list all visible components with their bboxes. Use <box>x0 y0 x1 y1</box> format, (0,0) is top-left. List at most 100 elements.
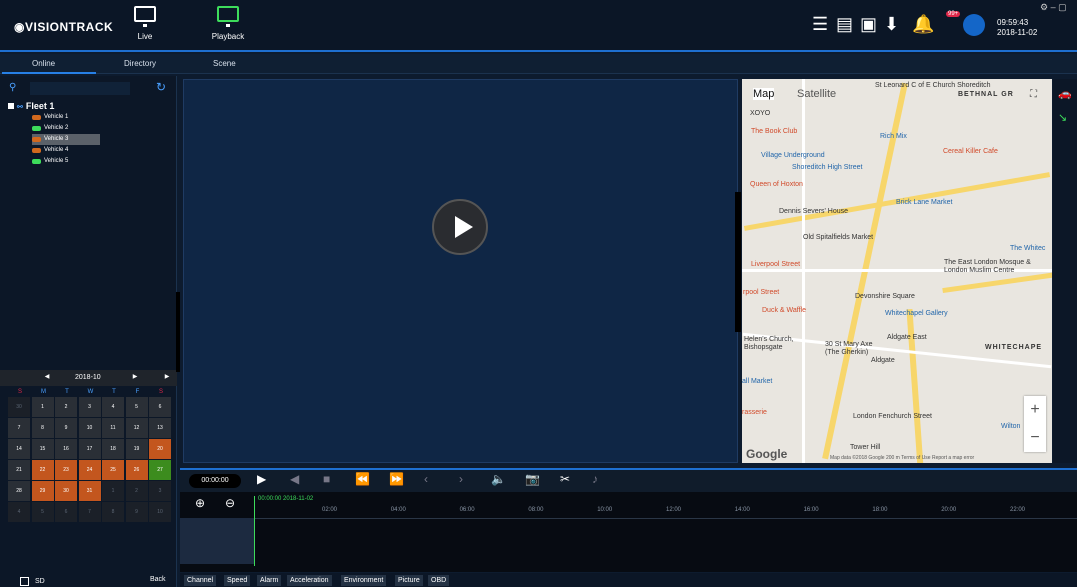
calendar-day[interactable]: 4 <box>8 502 30 522</box>
bottom-tab-channel[interactable]: Channel <box>184 575 217 586</box>
calendar-day[interactable]: 31 <box>78 481 101 501</box>
step-back-icon[interactable]: ‹ <box>424 472 428 486</box>
calendar-day[interactable]: 12 <box>125 418 148 438</box>
calendar-day[interactable]: 3 <box>149 481 171 501</box>
calendar-day[interactable]: 3 <box>78 397 101 417</box>
calendar-day[interactable]: 24 <box>78 460 101 480</box>
search-input[interactable] <box>30 82 130 95</box>
collapse-map-handle[interactable] <box>735 192 741 332</box>
audio-icon[interactable]: ♪ <box>592 472 598 486</box>
calendar-day[interactable]: 26 <box>125 460 148 480</box>
tree-vehicle[interactable]: Vehicle 4 <box>32 145 100 156</box>
prev-frame-icon[interactable]: ◀ <box>290 472 299 486</box>
fullscreen-icon[interactable]: ⛶ <box>1030 89 1037 100</box>
calendar-day[interactable]: 23 <box>55 460 77 480</box>
calendar-day[interactable]: 4 <box>102 397 124 417</box>
rewind-icon[interactable]: ⏪ <box>355 472 370 486</box>
calendar-day[interactable]: 2 <box>125 481 148 501</box>
step-forward-icon[interactable]: › <box>459 472 463 486</box>
tree-vehicle[interactable]: Vehicle 1 <box>32 112 100 123</box>
prev-month-button[interactable]: ◀ <box>42 372 52 382</box>
calendar-day[interactable]: 5 <box>31 502 54 522</box>
refresh-icon[interactable]: ↻ <box>156 80 166 94</box>
storage-icon[interactable]: ▣ <box>860 14 877 35</box>
next-month-button[interactable]: ▶ <box>130 372 140 382</box>
tab-online[interactable]: Online <box>32 59 55 68</box>
volume-icon[interactable]: 🔈 <box>491 472 506 486</box>
video-player[interactable] <box>183 79 738 463</box>
calendar-day[interactable]: 27 <box>149 460 171 480</box>
calendar-day[interactable]: 11 <box>102 418 124 438</box>
calendar-day[interactable]: 7 <box>8 418 30 438</box>
bottom-tab-environment[interactable]: Environment <box>341 575 387 586</box>
back-button[interactable]: Back <box>150 576 166 583</box>
tab-directory[interactable]: Directory <box>124 59 156 68</box>
calendar-day[interactable]: 6 <box>149 397 171 417</box>
calendar-day[interactable]: 28 <box>8 481 30 501</box>
calendar-day[interactable]: 18 <box>102 439 124 459</box>
calendar-day[interactable]: 8 <box>31 418 54 438</box>
bottom-tab-obd[interactable]: OBD <box>428 575 450 586</box>
calendar-day[interactable]: 30 <box>8 397 30 417</box>
map-zoom-in-button[interactable]: + <box>1024 396 1046 424</box>
calendar-day[interactable]: 10 <box>78 418 101 438</box>
calendar-day[interactable]: 7 <box>78 502 101 522</box>
calendar-day[interactable]: 29 <box>31 481 54 501</box>
user-avatar[interactable] <box>963 14 985 36</box>
calendar-day[interactable]: 17 <box>78 439 101 459</box>
calendar-day[interactable]: 20 <box>149 439 171 459</box>
tree-vehicle-selected[interactable]: Vehicle 3 <box>32 134 100 145</box>
play-icon[interactable] <box>432 199 488 255</box>
bottom-tab-alarm[interactable]: Alarm <box>257 575 282 586</box>
route-icon[interactable]: ↘ <box>1058 111 1067 124</box>
calendar-day[interactable]: 15 <box>31 439 54 459</box>
calendar-day[interactable]: 14 <box>8 439 30 459</box>
collapse-left-handle[interactable] <box>176 292 180 372</box>
calendar-day[interactable]: 10 <box>149 502 171 522</box>
scissors-icon[interactable]: ✂ <box>560 472 570 486</box>
collapse-toggle[interactable] <box>8 103 14 109</box>
vehicle-icon[interactable]: 🚗 <box>1058 87 1072 100</box>
report-icon[interactable]: ▤ <box>836 14 853 35</box>
list-icon[interactable]: ☰ <box>812 14 828 35</box>
search-icon[interactable]: ⚲ <box>9 82 16 93</box>
calendar-day[interactable]: 9 <box>125 502 148 522</box>
calendar-day[interactable]: 13 <box>149 418 171 438</box>
calendar-day[interactable]: 2 <box>55 397 77 417</box>
calendar-day[interactable]: 6 <box>55 502 77 522</box>
next-year-button[interactable]: ▶ <box>162 372 172 382</box>
zoom-out-icon[interactable]: ⊖ <box>225 496 235 510</box>
bell-icon[interactable]: 🔔 <box>912 14 934 35</box>
map-footer[interactable]: Map data ©2018 Google 200 m Terms of Use… <box>830 455 974 461</box>
calendar-day[interactable]: 5 <box>125 397 148 417</box>
sd-checkbox[interactable] <box>20 577 29 586</box>
tab-scene[interactable]: Scene <box>213 59 236 68</box>
calendar-day[interactable]: 25 <box>102 460 124 480</box>
calendar-day[interactable]: 30 <box>55 481 77 501</box>
calendar-day[interactable]: 16 <box>55 439 77 459</box>
window-controls[interactable]: ⚙ – ▢ <box>1040 2 1067 13</box>
download-icon[interactable]: ⬇ <box>884 14 899 35</box>
fast-forward-icon[interactable]: ⏩ <box>389 472 404 486</box>
bottom-tab-picture[interactable]: Picture <box>395 575 423 586</box>
bottom-tab-speed[interactable]: Speed <box>224 575 251 586</box>
map-type-satellite-button[interactable]: Satellite <box>797 88 836 100</box>
tree-vehicle[interactable]: Vehicle 5 <box>32 156 100 167</box>
live-nav-button[interactable]: Live <box>120 4 170 48</box>
calendar-day[interactable]: 8 <box>102 502 124 522</box>
calendar-day[interactable]: 22 <box>31 460 54 480</box>
calendar-day[interactable]: 1 <box>102 481 124 501</box>
timeline[interactable] <box>180 492 1077 572</box>
playback-nav-button[interactable]: Playback <box>203 4 253 48</box>
tree-fleet-1[interactable]: ⚯ Fleet 1 <box>8 101 54 111</box>
play-button-icon[interactable]: ▶ <box>257 472 266 486</box>
timeline-cursor[interactable] <box>254 496 255 566</box>
calendar-day[interactable]: 9 <box>55 418 77 438</box>
calendar-day[interactable]: 1 <box>31 397 54 417</box>
map-type-map-button[interactable]: Map <box>753 88 775 100</box>
calendar-day[interactable]: 21 <box>8 460 30 480</box>
camera-icon[interactable]: 📷 <box>525 472 540 486</box>
tree-vehicle[interactable]: Vehicle 2 <box>32 123 100 134</box>
zoom-in-icon[interactable]: ⊕ <box>195 496 205 510</box>
map-zoom-out-button[interactable]: − <box>1024 424 1046 452</box>
